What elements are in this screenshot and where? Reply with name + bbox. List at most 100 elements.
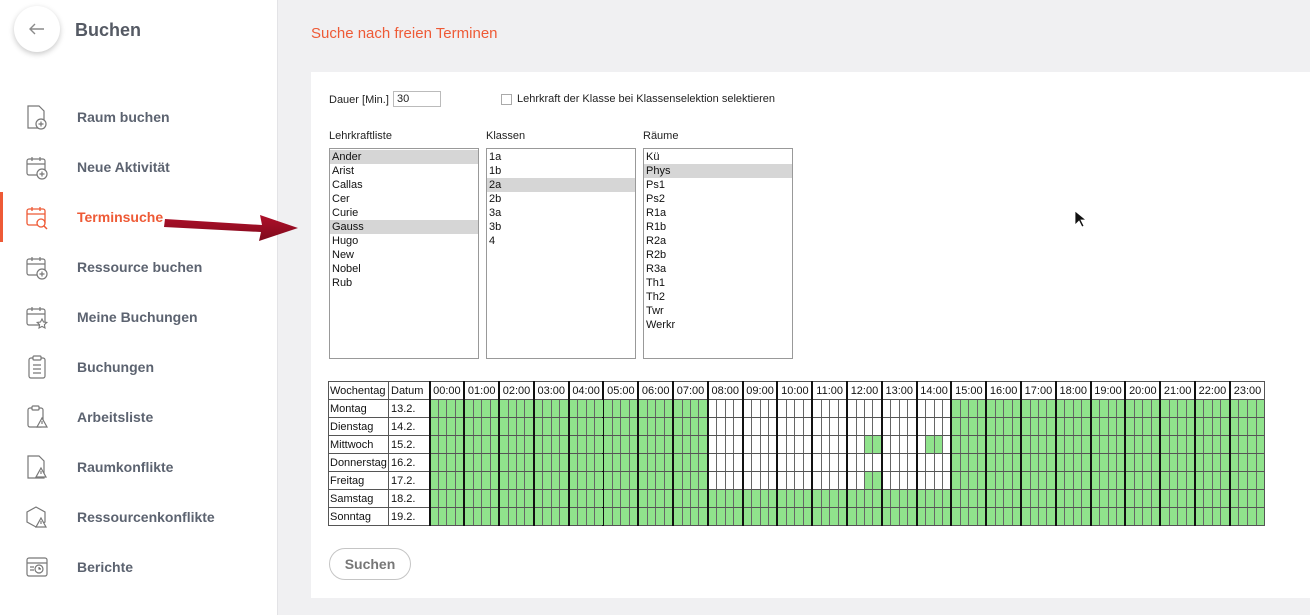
- time-slot[interactable]: [1056, 490, 1066, 507]
- time-slot[interactable]: [857, 418, 865, 435]
- time-slot[interactable]: [490, 400, 499, 417]
- time-slot[interactable]: [830, 490, 839, 507]
- time-slot[interactable]: [1004, 418, 1013, 435]
- time-slot[interactable]: [725, 490, 735, 507]
- time-slot[interactable]: [1091, 490, 1101, 507]
- time-slot[interactable]: [734, 418, 741, 435]
- time-slot[interactable]: [1196, 418, 1205, 435]
- time-slot[interactable]: [882, 508, 892, 525]
- time-slot[interactable]: [778, 472, 787, 489]
- rooms-option[interactable]: Ps1: [644, 178, 792, 192]
- time-slot[interactable]: [813, 508, 822, 525]
- time-slot[interactable]: [1143, 418, 1152, 435]
- time-slot[interactable]: [612, 490, 622, 507]
- time-slot[interactable]: [1256, 508, 1265, 525]
- time-slot[interactable]: [726, 472, 735, 489]
- time-slot[interactable]: [586, 472, 596, 489]
- time-slot[interactable]: [935, 418, 944, 435]
- time-slot[interactable]: [908, 508, 916, 525]
- time-slot[interactable]: [629, 436, 638, 453]
- time-slot[interactable]: [1117, 454, 1125, 471]
- sidebar-item-ressourcenkonflikte[interactable]: Ressourcenkonflikte: [0, 492, 278, 542]
- teachers-option[interactable]: Gauss: [330, 220, 478, 234]
- time-slot[interactable]: [604, 472, 613, 489]
- time-slot[interactable]: [1239, 400, 1248, 417]
- time-slot[interactable]: [1204, 400, 1213, 417]
- time-slot[interactable]: [1108, 418, 1117, 435]
- time-slot[interactable]: [787, 472, 796, 489]
- time-slot[interactable]: [1012, 490, 1021, 507]
- time-slot[interactable]: [1169, 490, 1179, 507]
- time-slot[interactable]: [569, 472, 579, 489]
- time-slot[interactable]: [1212, 418, 1222, 435]
- time-slot[interactable]: [952, 508, 961, 525]
- time-slot[interactable]: [1256, 490, 1265, 507]
- time-slot[interactable]: [1256, 418, 1265, 435]
- time-slot[interactable]: [864, 436, 874, 453]
- time-slot[interactable]: [917, 490, 927, 507]
- time-slot[interactable]: [1056, 508, 1066, 525]
- time-slot[interactable]: [1100, 418, 1109, 435]
- time-slot[interactable]: [787, 400, 796, 417]
- time-slot[interactable]: [935, 400, 944, 417]
- time-slot[interactable]: [1030, 508, 1039, 525]
- time-slot[interactable]: [734, 400, 741, 417]
- time-slot[interactable]: [1100, 454, 1109, 471]
- time-slot[interactable]: [969, 436, 978, 453]
- time-slot[interactable]: [639, 490, 648, 507]
- time-slot[interactable]: [934, 490, 944, 507]
- time-slot[interactable]: [1143, 490, 1152, 507]
- time-slot[interactable]: [1151, 418, 1160, 435]
- time-slot[interactable]: [1047, 490, 1055, 507]
- time-slot[interactable]: [935, 472, 944, 489]
- time-slot[interactable]: [873, 472, 881, 489]
- time-slot[interactable]: [534, 472, 544, 489]
- time-slot[interactable]: [717, 418, 726, 435]
- time-slot[interactable]: [482, 490, 491, 507]
- time-slot[interactable]: [1161, 472, 1170, 489]
- time-slot[interactable]: [1239, 418, 1248, 435]
- sidebar-item-raum-buchen[interactable]: Raum buchen: [0, 92, 278, 142]
- time-slot[interactable]: [822, 454, 831, 471]
- time-slot[interactable]: [525, 454, 533, 471]
- time-slot[interactable]: [1212, 400, 1222, 417]
- time-slot[interactable]: [734, 472, 741, 489]
- time-slot[interactable]: [465, 454, 474, 471]
- time-slot[interactable]: [908, 400, 915, 417]
- time-slot[interactable]: [1212, 436, 1222, 453]
- time-slot[interactable]: [447, 508, 456, 525]
- time-slot[interactable]: [987, 472, 996, 489]
- classes-option[interactable]: 1b: [487, 164, 635, 178]
- time-slot[interactable]: [995, 508, 1005, 525]
- time-slot[interactable]: [525, 508, 533, 525]
- time-slot[interactable]: [839, 472, 846, 489]
- time-slot[interactable]: [1056, 472, 1066, 489]
- time-slot[interactable]: [1030, 400, 1039, 417]
- time-slot[interactable]: [1065, 436, 1074, 453]
- time-slot[interactable]: [804, 454, 811, 471]
- rooms-option[interactable]: Th2: [644, 290, 792, 304]
- time-slot[interactable]: [857, 400, 865, 417]
- time-slot[interactable]: [699, 454, 707, 471]
- time-slot[interactable]: [830, 436, 839, 453]
- time-slot[interactable]: [1047, 508, 1055, 525]
- time-slot[interactable]: [1256, 400, 1265, 417]
- time-slot[interactable]: [1100, 436, 1109, 453]
- time-slot[interactable]: [830, 508, 839, 525]
- time-slot[interactable]: [1073, 418, 1083, 435]
- time-slot[interactable]: [1196, 490, 1205, 507]
- time-slot[interactable]: [595, 490, 603, 507]
- classes-option[interactable]: 1a: [487, 150, 635, 164]
- time-slot[interactable]: [639, 436, 648, 453]
- time-slot[interactable]: [943, 454, 950, 471]
- time-slot[interactable]: [926, 454, 935, 471]
- time-slot[interactable]: [500, 436, 509, 453]
- time-slot[interactable]: [1212, 490, 1222, 507]
- time-slot[interactable]: [543, 436, 552, 453]
- time-slot[interactable]: [517, 454, 526, 471]
- time-slot[interactable]: [865, 454, 874, 471]
- time-slot[interactable]: [1186, 454, 1195, 471]
- time-slot[interactable]: [813, 490, 822, 507]
- time-slot[interactable]: [647, 508, 657, 525]
- time-slot[interactable]: [977, 454, 986, 471]
